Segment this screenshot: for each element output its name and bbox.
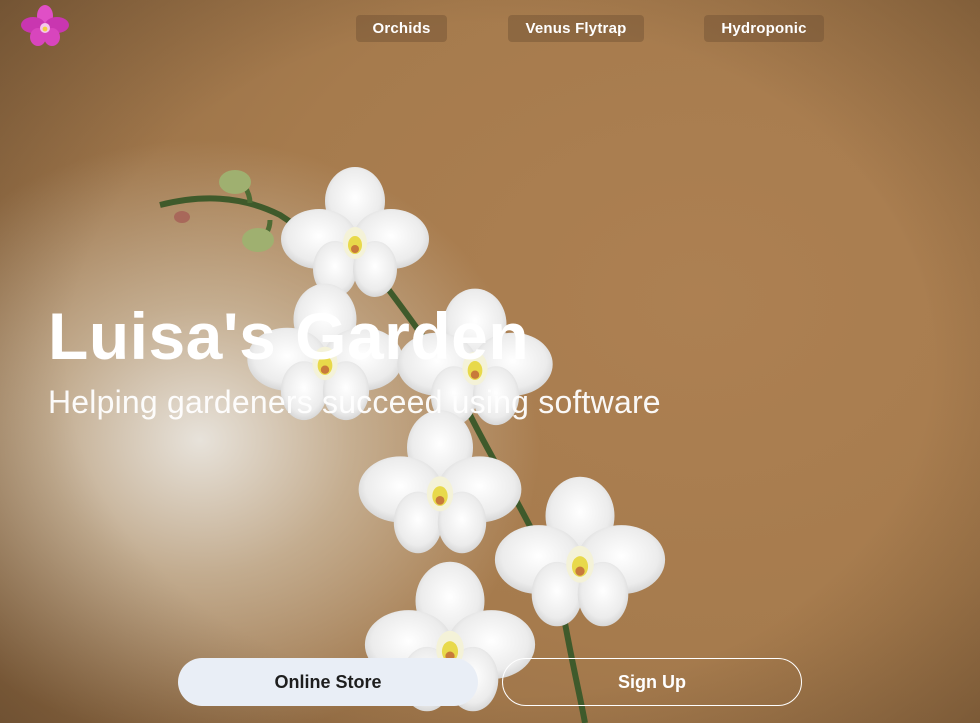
- nav-venus-flytrap[interactable]: Venus Flytrap: [508, 15, 644, 42]
- orchid-logo-icon[interactable]: [20, 4, 70, 48]
- nav-hydroponic[interactable]: Hydroponic: [704, 15, 824, 42]
- online-store-button[interactable]: Online Store: [178, 658, 478, 706]
- page-title: Luisa's Garden: [48, 299, 530, 373]
- white-orchid-illustration: [159, 167, 666, 723]
- sign-up-button[interactable]: Sign Up: [502, 658, 802, 706]
- nav-orchids[interactable]: Orchids: [356, 15, 447, 42]
- page-subtitle: Helping gardeners succeed using software: [48, 384, 661, 420]
